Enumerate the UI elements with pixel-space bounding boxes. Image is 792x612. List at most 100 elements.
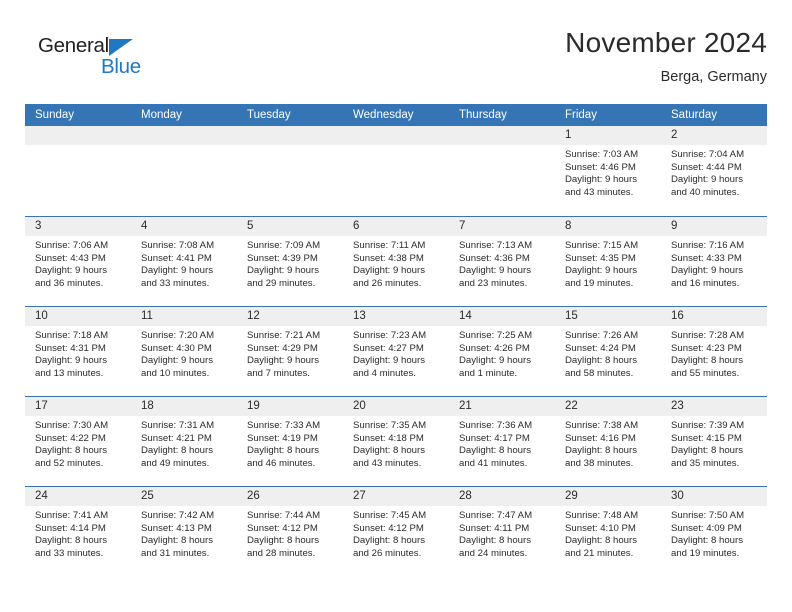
daylight-duration-line2: and 13 minutes.: [35, 367, 104, 379]
weekday-header-sunday: Sunday: [35, 109, 75, 121]
day-sun-info: Sunrise: 7:15 AM Sunset: 4:35 PM Daylight:…: [555, 236, 661, 290]
daylight-duration-line2: and 24 minutes.: [459, 547, 528, 559]
calendar-day-cell[interactable]: 13 Sunrise: 7:23 AM Sunset: 4:27 PM Dayligh…: [343, 307, 449, 396]
page-title: November 2024: [565, 27, 767, 58]
sunset-time: Sunset: 4:12 PM: [247, 522, 318, 534]
daylight-duration-line1: Daylight: 8 hours: [565, 445, 637, 457]
calendar-day-cell[interactable]: 10 Sunrise: 7:18 AM Sunset: 4:31 PM Dayligh…: [25, 307, 131, 396]
sunrise-time: Sunrise: 7:33 AM: [247, 420, 321, 431]
calendar-day-cell[interactable]: 27 Sunrise: 7:45 AM Sunset: 4:12 PM Dayligh…: [343, 487, 449, 576]
sunrise-time: Sunrise: 7:08 AM: [141, 240, 215, 251]
sunrise-time: Sunrise: 7:45 AM: [353, 510, 427, 521]
day-number: 28: [449, 487, 555, 506]
calendar-day-cell[interactable]: 9 Sunrise: 7:16 AM Sunset: 4:33 PM Daylight…: [661, 217, 767, 306]
daylight-duration-line1: Daylight: 9 hours: [459, 355, 531, 367]
day-number: 14: [449, 307, 555, 326]
sunset-time: Sunset: 4:16 PM: [565, 432, 636, 444]
calendar-day-cell[interactable]: 28 Sunrise: 7:47 AM Sunset: 4:11 PM Dayligh…: [449, 487, 555, 576]
calendar-week-row: 3 Sunrise: 7:06 AM Sunset: 4:43 PM Daylight…: [25, 216, 767, 306]
calendar-day-cell[interactable]: 19 Sunrise: 7:33 AM Sunset: 4:19 PM Dayligh…: [237, 397, 343, 486]
day-number: 12: [237, 307, 343, 326]
sunset-time: Sunset: 4:36 PM: [459, 252, 530, 264]
sunrise-time: Sunrise: 7:26 AM: [565, 330, 639, 341]
logo-text-blue: Blue: [101, 55, 141, 78]
day-number: 20: [343, 397, 449, 416]
day-number: 19: [237, 397, 343, 416]
sunset-time: Sunset: 4:14 PM: [35, 522, 106, 534]
daylight-duration-line1: Daylight: 9 hours: [247, 265, 319, 277]
calendar-day-cell[interactable]: 11 Sunrise: 7:20 AM Sunset: 4:30 PM Dayligh…: [131, 307, 237, 396]
day-number: 13: [343, 307, 449, 326]
weekday-header-friday: Friday: [565, 109, 597, 121]
calendar-day-cell[interactable]: 25 Sunrise: 7:42 AM Sunset: 4:13 PM Dayligh…: [131, 487, 237, 576]
daylight-duration-line1: Daylight: 8 hours: [671, 535, 743, 547]
calendar-day-cell[interactable]: 29 Sunrise: 7:48 AM Sunset: 4:10 PM Dayligh…: [555, 487, 661, 576]
daylight-duration-line2: and 35 minutes.: [671, 457, 740, 469]
day-number: [237, 126, 343, 145]
calendar-day-cell[interactable]: 24 Sunrise: 7:41 AM Sunset: 4:14 PM Dayligh…: [25, 487, 131, 576]
calendar-day-cell[interactable]: 5 Sunrise: 7:09 AM Sunset: 4:39 PM Daylight…: [237, 217, 343, 306]
calendar-day-cell[interactable]: 14 Sunrise: 7:25 AM Sunset: 4:26 PM Dayligh…: [449, 307, 555, 396]
day-number: 11: [131, 307, 237, 326]
calendar-day-cell[interactable]: 26 Sunrise: 7:44 AM Sunset: 4:12 PM Dayligh…: [237, 487, 343, 576]
day-sun-info: Sunrise: 7:30 AM Sunset: 4:22 PM Daylight:…: [25, 416, 131, 470]
day-sun-info: Sunrise: 7:04 AM Sunset: 4:44 PM Daylight:…: [661, 145, 767, 199]
calendar-day-cell[interactable]: 23 Sunrise: 7:39 AM Sunset: 4:15 PM Dayligh…: [661, 397, 767, 486]
calendar-day-cell[interactable]: 20 Sunrise: 7:35 AM Sunset: 4:18 PM Dayligh…: [343, 397, 449, 486]
daylight-duration-line2: and 19 minutes.: [565, 277, 634, 289]
daylight-duration-line2: and 21 minutes.: [565, 547, 634, 559]
daylight-duration-line2: and 55 minutes.: [671, 367, 740, 379]
daylight-duration-line1: Daylight: 8 hours: [353, 535, 425, 547]
daylight-duration-line2: and 28 minutes.: [247, 547, 316, 559]
daylight-duration-line2: and 40 minutes.: [671, 186, 740, 198]
day-number: 10: [25, 307, 131, 326]
calendar-day-cell[interactable]: 1 Sunrise: 7:03 AM Sunset: 4:46 PM Daylight…: [555, 126, 661, 216]
calendar-week-row: 17 Sunrise: 7:30 AM Sunset: 4:22 PM Dayligh…: [25, 396, 767, 486]
daylight-duration-line1: Daylight: 8 hours: [565, 355, 637, 367]
page-header: General Blue November 2024 Berga, German…: [25, 26, 767, 100]
sunrise-time: Sunrise: 7:50 AM: [671, 510, 745, 521]
calendar-day-cell[interactable]: 18 Sunrise: 7:31 AM Sunset: 4:21 PM Dayligh…: [131, 397, 237, 486]
calendar-day-cell[interactable]: 30 Sunrise: 7:50 AM Sunset: 4:09 PM Dayligh…: [661, 487, 767, 576]
sunset-time: Sunset: 4:15 PM: [671, 432, 742, 444]
daylight-duration-line2: and 4 minutes.: [353, 367, 416, 379]
daylight-duration-line1: Daylight: 8 hours: [141, 535, 213, 547]
daylight-duration-line1: Daylight: 9 hours: [565, 174, 637, 186]
sunrise-time: Sunrise: 7:42 AM: [141, 510, 215, 521]
day-sun-info: Sunrise: 7:35 AM Sunset: 4:18 PM Daylight:…: [343, 416, 449, 470]
weekday-header-wednesday: Wednesday: [353, 109, 414, 121]
calendar-day-cell[interactable]: 2 Sunrise: 7:04 AM Sunset: 4:44 PM Daylight…: [661, 126, 767, 216]
daylight-duration-line2: and 33 minutes.: [35, 547, 104, 559]
sunrise-time: Sunrise: 7:20 AM: [141, 330, 215, 341]
generalblue-logo[interactable]: General Blue: [38, 34, 158, 82]
daylight-duration-line1: Daylight: 8 hours: [459, 445, 531, 457]
calendar-day-cell[interactable]: 22 Sunrise: 7:38 AM Sunset: 4:16 PM Dayligh…: [555, 397, 661, 486]
calendar-day-cell[interactable]: 16 Sunrise: 7:28 AM Sunset: 4:23 PM Dayligh…: [661, 307, 767, 396]
daylight-duration-line1: Daylight: 9 hours: [35, 355, 107, 367]
calendar-day-cell[interactable]: 12 Sunrise: 7:21 AM Sunset: 4:29 PM Dayligh…: [237, 307, 343, 396]
blue-triangle-icon: [109, 39, 133, 56]
day-sun-info: Sunrise: 7:25 AM Sunset: 4:26 PM Daylight:…: [449, 326, 555, 380]
calendar-week-row: 24 Sunrise: 7:41 AM Sunset: 4:14 PM Dayligh…: [25, 486, 767, 576]
calendar-day-cell[interactable]: 7 Sunrise: 7:13 AM Sunset: 4:36 PM Daylight…: [449, 217, 555, 306]
sunrise-time: Sunrise: 7:44 AM: [247, 510, 321, 521]
calendar-day-cell[interactable]: 15 Sunrise: 7:26 AM Sunset: 4:24 PM Dayligh…: [555, 307, 661, 396]
calendar-week-row: 1 Sunrise: 7:03 AM Sunset: 4:46 PM Daylight…: [25, 126, 767, 216]
calendar-day-cell[interactable]: 8 Sunrise: 7:15 AM Sunset: 4:35 PM Daylight…: [555, 217, 661, 306]
day-sun-info: Sunrise: 7:06 AM Sunset: 4:43 PM Daylight:…: [25, 236, 131, 290]
daylight-duration-line2: and 33 minutes.: [141, 277, 210, 289]
day-number: 9: [661, 217, 767, 236]
sunset-time: Sunset: 4:31 PM: [35, 342, 106, 354]
calendar-day-cell[interactable]: 17 Sunrise: 7:30 AM Sunset: 4:22 PM Dayligh…: [25, 397, 131, 486]
calendar-day-cell[interactable]: 4 Sunrise: 7:08 AM Sunset: 4:41 PM Daylight…: [131, 217, 237, 306]
calendar-day-cell[interactable]: 21 Sunrise: 7:36 AM Sunset: 4:17 PM Dayligh…: [449, 397, 555, 486]
calendar-day-cell[interactable]: 6 Sunrise: 7:11 AM Sunset: 4:38 PM Daylight…: [343, 217, 449, 306]
day-number: 24: [25, 487, 131, 506]
daylight-duration-line1: Daylight: 8 hours: [247, 445, 319, 457]
day-sun-info: Sunrise: 7:28 AM Sunset: 4:23 PM Daylight:…: [661, 326, 767, 380]
day-sun-info: Sunrise: 7:09 AM Sunset: 4:39 PM Daylight:…: [237, 236, 343, 290]
calendar-day-cell[interactable]: 3 Sunrise: 7:06 AM Sunset: 4:43 PM Daylight…: [25, 217, 131, 306]
sunset-time: Sunset: 4:38 PM: [353, 252, 424, 264]
sunrise-time: Sunrise: 7:38 AM: [565, 420, 639, 431]
daylight-duration-line2: and 7 minutes.: [247, 367, 310, 379]
